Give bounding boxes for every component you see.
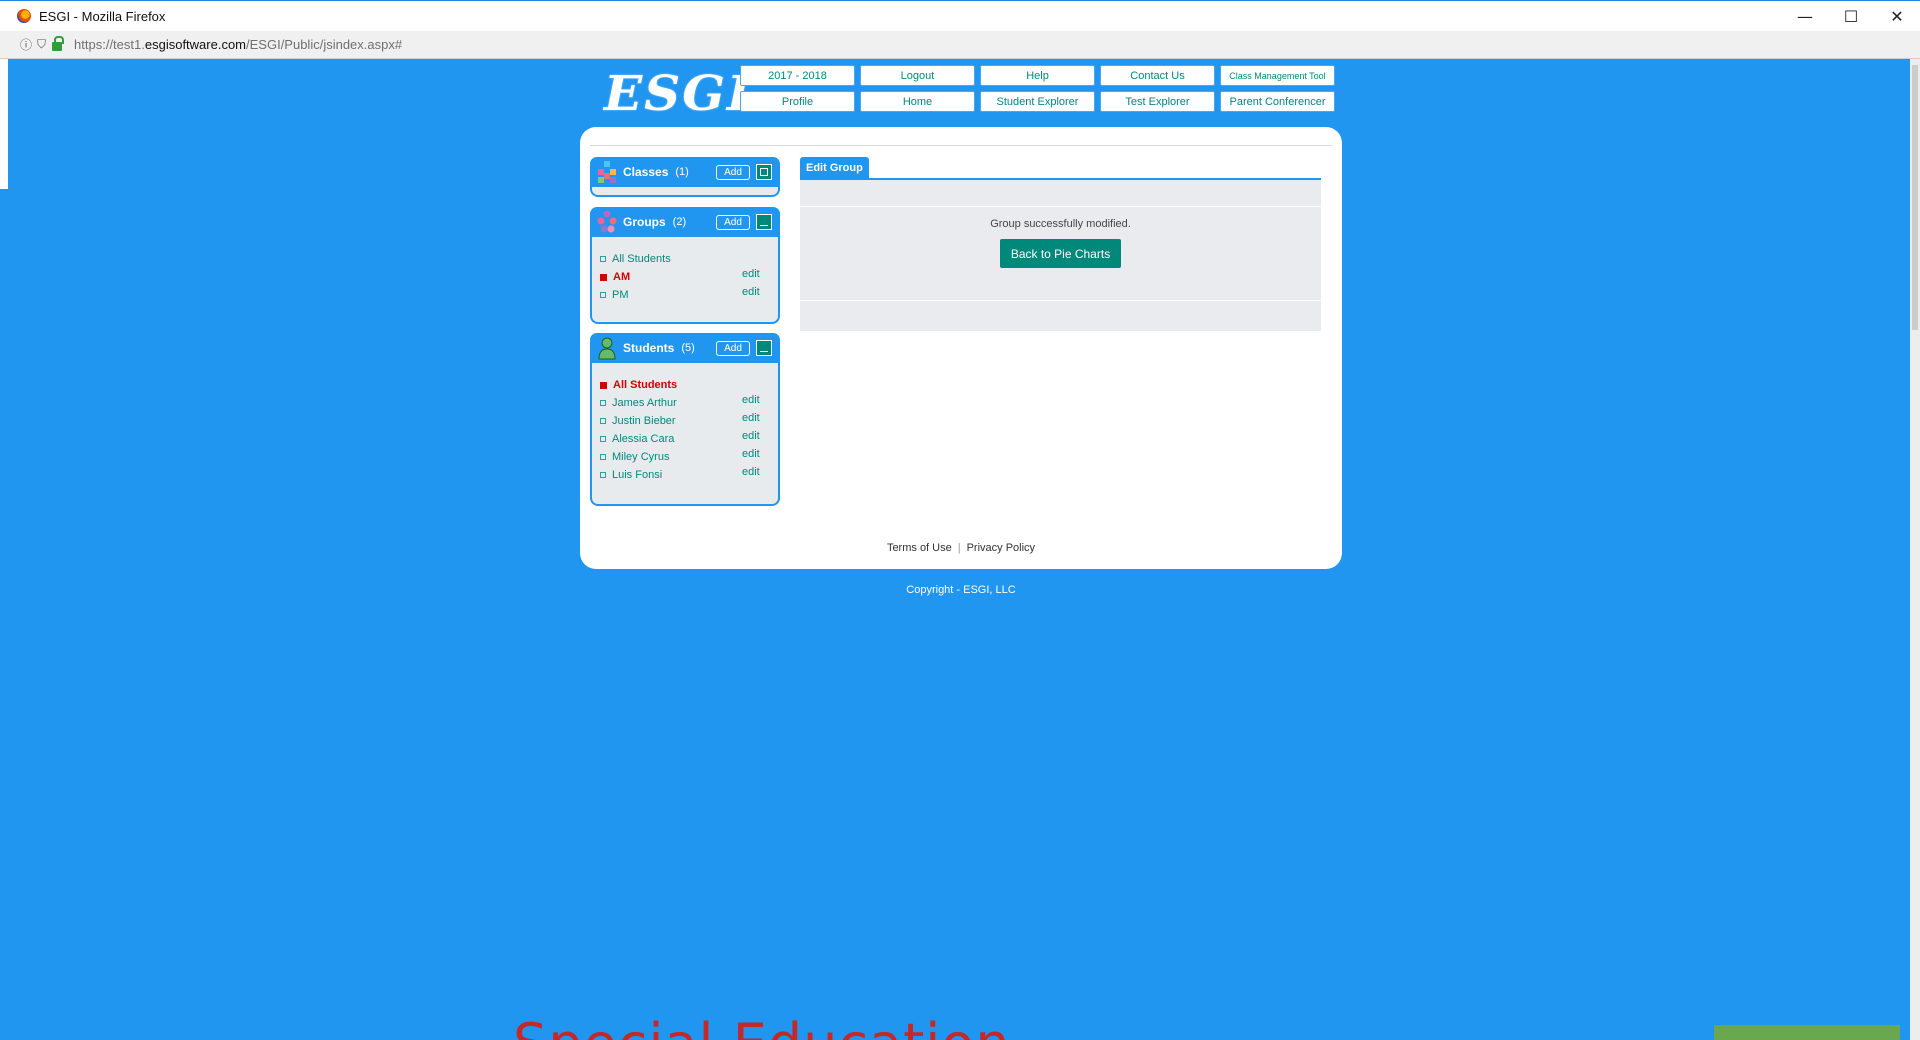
list-item[interactable]: PM edit (600, 286, 778, 304)
content-divider (800, 300, 1321, 301)
bullet-icon (600, 400, 606, 406)
contact-us-button[interactable]: Contact Us (1100, 65, 1215, 86)
edit-group-content: Group successfully modified. Back to Pie… (800, 180, 1321, 331)
main-card: Classes (1) Add Groups (2) Add All Stude… (580, 127, 1342, 569)
close-button[interactable]: ✕ (1874, 1, 1920, 32)
content-divider (800, 206, 1321, 207)
background-heading: Special Education (513, 1012, 1011, 1040)
url-text[interactable]: https://test1.esgisoftware.com/ESGI/Publ… (74, 37, 402, 52)
background-green-block (1714, 1025, 1900, 1040)
group-label[interactable]: PM (612, 289, 629, 301)
maximize-button[interactable]: ☐ (1828, 1, 1874, 32)
list-item[interactable]: Alessia Cara edit (600, 430, 778, 448)
firefox-icon (17, 9, 31, 23)
list-item[interactable]: Luis Fonsi edit (600, 466, 778, 484)
students-panel-header: Students (5) Add (590, 333, 780, 363)
edit-group-link[interactable]: edit (742, 268, 760, 280)
students-panel: Students (5) Add All Students James Arth… (590, 333, 780, 506)
groups-panel-header: Groups (2) Add (590, 207, 780, 237)
student-label[interactable]: Luis Fonsi (612, 469, 662, 481)
classes-icon (596, 160, 618, 184)
expand-classes-icon[interactable] (756, 164, 772, 180)
students-list: All Students James Arthur edit Justin Bi… (592, 363, 778, 492)
student-label[interactable]: Alessia Cara (612, 433, 674, 445)
parent-conferencer-button[interactable]: Parent Conferencer (1220, 91, 1335, 112)
list-item[interactable]: James Arthur edit (600, 394, 778, 412)
add-group-button[interactable]: Add (716, 215, 750, 230)
student-icon (596, 336, 618, 360)
student-label[interactable]: James Arthur (612, 397, 677, 409)
info-icon[interactable]: ⓘ (20, 36, 32, 53)
page-viewport: Special Education ESGI 2017 - 2018 Logou… (8, 59, 1910, 1040)
groups-panel: Groups (2) Add All Students AM edit PM e… (590, 207, 780, 324)
back-to-pie-charts-button[interactable]: Back to Pie Charts (1000, 239, 1121, 268)
groups-list: All Students AM edit PM edit (592, 237, 778, 312)
window-controls: — ☐ ✕ (1782, 1, 1920, 32)
copyright-text: Copyright - ESGI, LLC (906, 584, 1016, 596)
test-explorer-button[interactable]: Test Explorer (1100, 91, 1215, 112)
privacy-policy-link[interactable]: Privacy Policy (967, 542, 1035, 554)
student-label[interactable]: All Students (613, 379, 677, 391)
edit-student-link[interactable]: edit (742, 448, 760, 460)
list-item[interactable]: Justin Bieber edit (600, 412, 778, 430)
students-title: Students (623, 341, 675, 355)
edit-student-link[interactable]: edit (742, 430, 760, 442)
student-explorer-button[interactable]: Student Explorer (980, 91, 1095, 112)
group-label[interactable]: All Students (612, 253, 671, 265)
bullet-icon (600, 418, 606, 424)
classes-panel: Classes (1) Add (590, 157, 780, 197)
selected-bullet-icon (600, 381, 607, 389)
minimize-button[interactable]: — (1782, 1, 1828, 32)
edit-student-link[interactable]: edit (742, 412, 760, 424)
bullet-icon (600, 472, 606, 478)
left-window-edge (0, 59, 8, 1040)
card-divider (590, 145, 1332, 146)
collapse-groups-icon[interactable] (756, 214, 772, 230)
terms-of-use-link[interactable]: Terms of Use (887, 542, 952, 554)
edit-student-link[interactable]: edit (742, 466, 760, 478)
esgi-logo[interactable]: ESGI (604, 65, 752, 121)
group-label[interactable]: AM (613, 271, 630, 283)
collapse-students-icon[interactable] (756, 340, 772, 356)
students-count: (5) (681, 342, 695, 354)
list-item[interactable]: All Students (600, 250, 778, 268)
logout-button[interactable]: Logout (860, 65, 975, 86)
selected-bullet-icon (600, 273, 607, 281)
profile-button[interactable]: Profile (740, 91, 855, 112)
home-button[interactable]: Home (860, 91, 975, 112)
classes-count: (1) (675, 166, 689, 178)
lock-icon[interactable] (52, 36, 65, 51)
help-button[interactable]: Help (980, 65, 1095, 86)
classes-title: Classes (623, 165, 669, 179)
list-item[interactable]: All Students (600, 376, 778, 394)
scrollbar-thumb[interactable] (1912, 65, 1918, 330)
success-message: Group successfully modified. (990, 218, 1131, 230)
address-bar[interactable]: ⓘ ⛉ https://test1.esgisoftware.com/ESGI/… (0, 31, 1920, 59)
tab-edit-group[interactable]: Edit Group (800, 157, 869, 178)
bullet-icon (600, 292, 606, 298)
groups-icon (596, 210, 618, 234)
list-item[interactable]: Miley Cyrus edit (600, 448, 778, 466)
edit-student-link[interactable]: edit (742, 394, 760, 406)
groups-count: (2) (672, 216, 687, 228)
year-button[interactable]: 2017 - 2018 (740, 65, 855, 86)
class-management-tool-button[interactable]: Class Management Tool (1220, 65, 1335, 86)
tracking-shield-icon[interactable]: ⛉ (37, 37, 46, 52)
page-scrollbar[interactable] (1910, 59, 1920, 1040)
student-label[interactable]: Justin Bieber (612, 415, 676, 427)
bullet-icon (600, 436, 606, 442)
groups-title: Groups (623, 215, 666, 229)
footer-links: Terms of Use | Privacy Policy (580, 542, 1342, 554)
bullet-icon (600, 454, 606, 460)
edit-group-link[interactable]: edit (742, 286, 760, 298)
student-label[interactable]: Miley Cyrus (612, 451, 669, 463)
classes-panel-header: Classes (1) Add (590, 157, 780, 187)
add-class-button[interactable]: Add (716, 165, 750, 180)
bullet-icon (600, 256, 606, 262)
footer-separator: | (957, 542, 961, 554)
add-student-button[interactable]: Add (716, 341, 750, 356)
list-item[interactable]: AM edit (600, 268, 778, 286)
window-titlebar: ESGI - Mozilla Firefox — ☐ ✕ (0, 0, 1920, 31)
window-title: ESGI - Mozilla Firefox (39, 8, 166, 24)
